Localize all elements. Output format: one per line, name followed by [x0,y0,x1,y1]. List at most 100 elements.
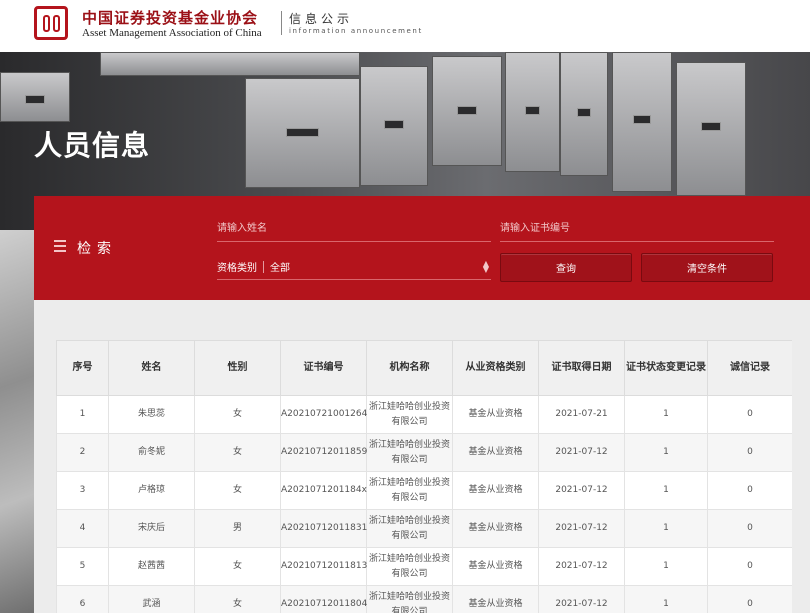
site-header: 中国证券投资基金业协会 Asset Management Association… [0,0,810,52]
cell-gender: 男 [194,509,281,548]
association-logo-icon[interactable] [34,6,68,40]
cell-index: 4 [56,509,109,548]
results-table-container[interactable]: 序号 姓名 性别 证书编号 机构名称 从业资格类别 证书取得日期 证书状态变更记… [56,340,792,613]
cell-name[interactable]: 宋庆后 [108,509,195,548]
qualification-label: 资格类别 [217,263,257,274]
col-header-index: 序号 [56,340,109,396]
cell-institution: 浙江娃哈哈创业投资有限公司 [366,509,453,548]
cell-status-record[interactable]: 1 [624,433,708,472]
col-header-name: 姓名 [108,340,195,396]
table-row: 6 武涵 女 A20210712011804 浙江娃哈哈创业投资有限公司 基金从… [56,585,792,613]
cell-institution: 浙江娃哈哈创业投资有限公司 [366,433,453,472]
cell-name[interactable]: 赵茜茜 [108,547,195,586]
cabinet-drawer-image [505,52,560,172]
cell-gender: 女 [194,395,281,434]
cell-cert-date: 2021-07-12 [538,547,625,586]
col-header-institution: 机构名称 [366,340,453,396]
cell-status-record[interactable]: 1 [624,585,708,613]
cell-integrity-record: 0 [707,471,792,510]
cell-gender: 女 [194,471,281,510]
cell-gender: 女 [194,585,281,613]
cell-index: 2 [56,433,109,472]
cell-cert-date: 2021-07-12 [538,471,625,510]
select-updown-icon[interactable]: ▲ ▼ [481,259,491,273]
cell-cert-date: 2021-07-21 [538,395,625,434]
cell-gender: 女 [194,547,281,586]
cell-status-record[interactable]: 1 [624,509,708,548]
cell-cert-number: A20210712011813 [280,547,367,586]
cell-cert-number: A20210712011831 [280,509,367,548]
cell-qualification: 基金从业资格 [452,395,539,434]
cell-qualification: 基金从业资格 [452,547,539,586]
section-title-cn: 信息公示 [289,12,354,26]
cell-index: 6 [56,585,109,613]
results-table: 序号 姓名 性别 证书编号 机构名称 从业资格类别 证书取得日期 证书状态变更记… [56,340,792,613]
cell-integrity-record: 0 [707,433,792,472]
cert-number-input[interactable] [500,216,774,241]
cell-qualification: 基金从业资格 [452,509,539,548]
col-header-qualification: 从业资格类别 [452,340,539,396]
table-row: 3 卢格琼 女 A2021071201184x 浙江娃哈哈创业投资有限公司 基金… [56,471,792,510]
table-row: 2 俞冬妮 女 A20210712011859 浙江娃哈哈创业投资有限公司 基金… [56,433,792,472]
name-field[interactable] [217,216,491,242]
org-name-cn[interactable]: 中国证券投资基金业协会 [82,7,258,28]
cell-index: 5 [56,547,109,586]
table-row: 5 赵茜茜 女 A20210712011813 浙江娃哈哈创业投资有限公司 基金… [56,547,792,586]
col-header-cert-date: 证书取得日期 [538,340,625,396]
qualification-value[interactable]: 全部 [270,259,481,274]
cell-institution: 浙江娃哈哈创业投资有限公司 [366,395,453,434]
cert-number-field[interactable] [500,216,774,242]
name-input[interactable] [217,216,491,241]
search-title: 检索 [77,241,117,257]
cabinet-drawer-image [612,52,672,192]
cell-cert-date: 2021-07-12 [538,433,625,472]
cell-integrity-record: 0 [707,395,792,434]
cabinet-drawer-image [432,56,502,166]
page-title: 人员信息 [34,129,151,162]
header-divider [281,11,282,35]
cabinet-drawer-image [245,78,360,188]
cabinet-drawer-image [100,52,360,76]
cell-cert-number: A2021071201184x [280,471,367,510]
org-name-en: Asset Management Association of China [82,27,262,39]
cabinet-drawer-image [360,66,428,186]
cell-index: 1 [56,395,109,434]
col-header-integrity-record: 诚信记录 [707,340,792,396]
cell-cert-date: 2021-07-12 [538,509,625,548]
col-header-gender: 性别 [194,340,281,396]
cabinet-drawer-image [560,52,608,176]
decorative-side-strip [0,230,34,613]
filter-icon [54,240,66,252]
cell-name[interactable]: 卢格琼 [108,471,195,510]
cell-status-record[interactable]: 1 [624,547,708,586]
qualification-select[interactable]: 资格类别 全部 ▲ ▼ [217,254,491,280]
cell-gender: 女 [194,433,281,472]
cell-institution: 浙江娃哈哈创业投资有限公司 [366,585,453,613]
cell-institution: 浙江娃哈哈创业投资有限公司 [366,471,453,510]
col-header-status-record: 证书状态变更记录 [624,340,708,396]
cell-qualification: 基金从业资格 [452,585,539,613]
cell-cert-number: A20210712011859 [280,433,367,472]
cell-cert-number: A20210712011804 [280,585,367,613]
cabinet-drawer-image [676,62,746,196]
cell-index: 3 [56,471,109,510]
cell-cert-date: 2021-07-12 [538,585,625,613]
cell-integrity-record: 0 [707,509,792,548]
cell-name[interactable]: 朱思蕊 [108,395,195,434]
table-header-row: 序号 姓名 性别 证书编号 机构名称 从业资格类别 证书取得日期 证书状态变更记… [56,340,792,396]
cell-status-record[interactable]: 1 [624,395,708,434]
table-row: 4 宋庆后 男 A20210712011831 浙江娃哈哈创业投资有限公司 基金… [56,509,792,548]
clear-conditions-button[interactable]: 清空条件 [641,253,773,282]
cell-cert-number: A20210721001264 [280,395,367,434]
cell-integrity-record: 0 [707,547,792,586]
table-row: 1 朱思蕊 女 A20210721001264 浙江娃哈哈创业投资有限公司 基金… [56,395,792,434]
cell-qualification: 基金从业资格 [452,471,539,510]
cell-name[interactable]: 武涵 [108,585,195,613]
qualification-separator [263,260,264,273]
cell-status-record[interactable]: 1 [624,471,708,510]
cell-institution: 浙江娃哈哈创业投资有限公司 [366,547,453,586]
query-button[interactable]: 查询 [500,253,632,282]
section-title-en: information announcement [289,27,423,35]
search-panel: 检索 资格类别 全部 ▲▼ 查询 清空条件 [34,196,810,300]
cell-name[interactable]: 俞冬妮 [108,433,195,472]
